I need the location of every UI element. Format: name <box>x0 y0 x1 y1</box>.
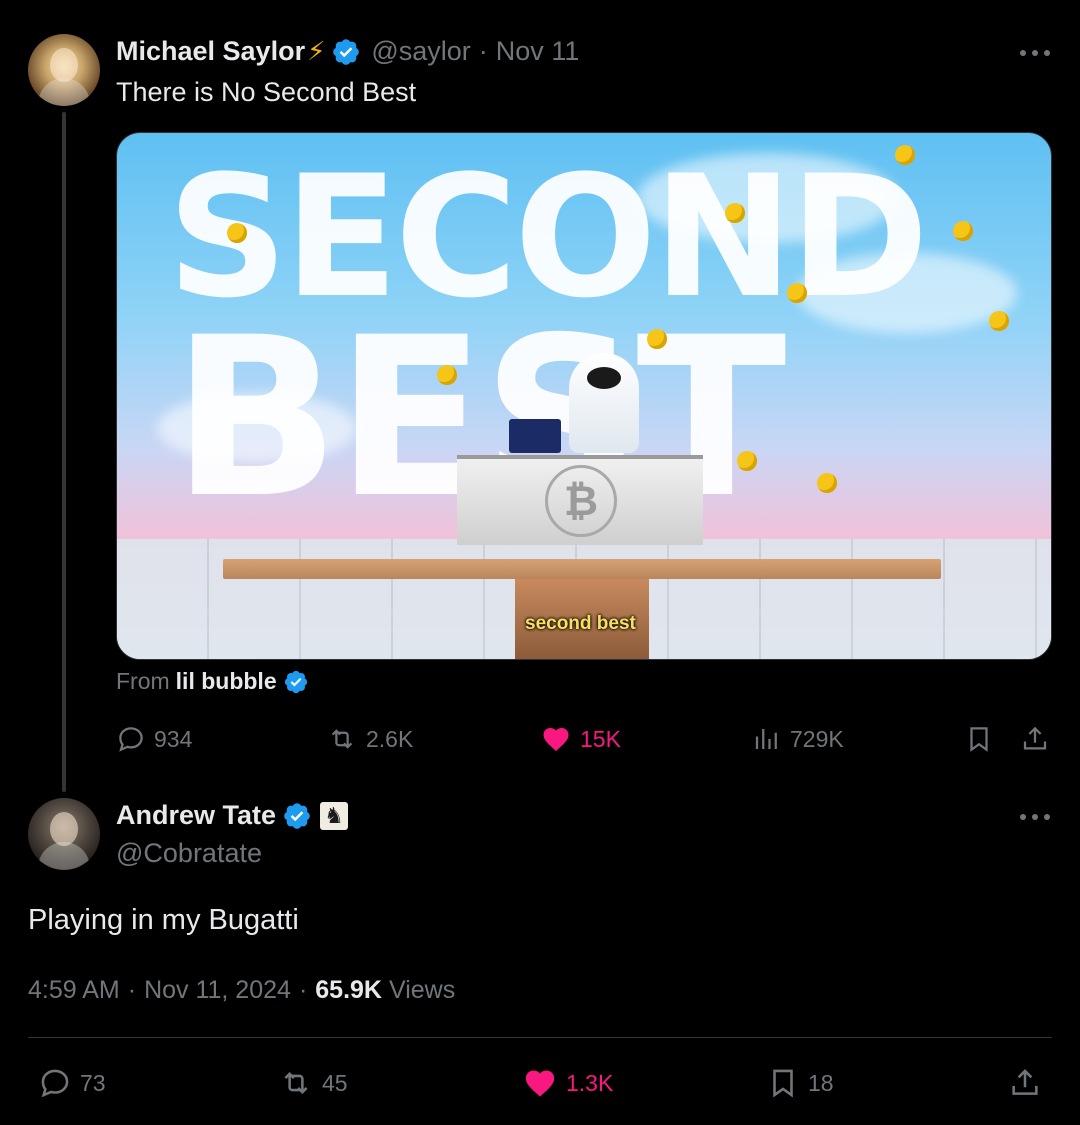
repost-icon <box>284 1071 308 1095</box>
bookmark-icon <box>970 727 988 752</box>
share-button[interactable] <box>1020 724 1058 754</box>
avatar-tate[interactable] <box>28 798 100 870</box>
thread-connector <box>62 112 66 792</box>
repost-icon <box>331 729 353 749</box>
reply-icon <box>119 727 143 752</box>
divider <box>28 1037 1052 1038</box>
reply-count: 934 <box>154 725 193 752</box>
post-time[interactable]: 4:59 AM <box>28 976 120 1005</box>
tweet2-header: Andrew Tate ♞ <box>116 800 349 831</box>
reply-icon <box>41 1069 69 1098</box>
post-date[interactable]: Nov 11, 2024 <box>144 976 291 1005</box>
verified-badge-icon <box>333 38 360 65</box>
tweet1-text: There is No Second Best <box>116 77 417 107</box>
author-name[interactable]: Michael Saylor <box>116 36 305 67</box>
author-handle[interactable]: @saylor <box>371 36 470 67</box>
separator: · <box>127 976 137 1004</box>
bookmark-button[interactable]: 18 <box>766 1066 834 1100</box>
avatar-saylor[interactable] <box>28 34 100 106</box>
author-handle[interactable]: @Cobratate <box>116 838 262 869</box>
views-button[interactable]: 729K <box>752 724 844 754</box>
share-icon <box>1023 726 1047 750</box>
more-icon[interactable] <box>1020 48 1050 58</box>
separator: · <box>298 976 308 1004</box>
tweet2-meta: 4:59 AM · Nov 11, 2024 · 65.9K Views <box>28 976 455 1005</box>
reply-button[interactable]: 934 <box>116 724 192 754</box>
share-icon <box>1012 1069 1038 1095</box>
tweet1-media[interactable]: SECOND BEST ₿ second best <box>116 132 1052 660</box>
bookmark-button[interactable] <box>964 724 1002 754</box>
like-button[interactable]: 1.3K <box>522 1066 613 1100</box>
author-name[interactable]: Andrew Tate <box>116 800 276 831</box>
repost-button[interactable]: 2.6K <box>326 724 413 754</box>
like-count: 1.3K <box>566 1069 614 1096</box>
tweet2-text: Playing in my Bugatti <box>28 904 299 936</box>
reply-button[interactable]: 73 <box>38 1066 106 1100</box>
reply-count: 73 <box>80 1069 106 1096</box>
bitcoin-logo-icon: ₿ <box>545 465 617 537</box>
from-attribution: From lil bubble <box>116 668 309 695</box>
bookmark-count: 18 <box>808 1069 834 1096</box>
from-source[interactable]: lil bubble <box>176 668 277 695</box>
verified-badge-icon <box>284 802 310 829</box>
tweet1-header: Michael Saylor ⚡ @saylor · Nov 11 <box>116 36 579 67</box>
share-button[interactable] <box>1008 1066 1050 1100</box>
views-icon <box>755 729 777 749</box>
astronaut-figure <box>569 353 639 453</box>
like-button[interactable]: 15K <box>540 724 621 754</box>
repost-count: 2.6K <box>366 725 414 752</box>
like-icon <box>543 728 569 751</box>
like-count: 15K <box>580 725 621 752</box>
repost-button[interactable]: 45 <box>278 1066 348 1100</box>
views-count: 729K <box>790 725 844 752</box>
more-icon[interactable] <box>1020 812 1050 822</box>
lightning-icon: ⚡ <box>307 36 326 66</box>
like-icon <box>525 1070 555 1097</box>
separator: · <box>478 36 488 66</box>
views-count: 65.9K <box>315 976 382 1004</box>
bookmark-icon <box>773 1069 793 1098</box>
from-label: From <box>116 668 170 694</box>
laptop <box>509 419 561 453</box>
verified-badge-icon <box>284 670 307 693</box>
views-label: Views <box>388 976 456 1004</box>
table-top <box>223 559 941 579</box>
post-date[interactable]: Nov 11 <box>496 36 580 67</box>
repost-count: 45 <box>322 1069 348 1096</box>
affiliate-badge-icon[interactable]: ♞ <box>320 801 349 830</box>
video-caption: second best <box>525 613 636 634</box>
